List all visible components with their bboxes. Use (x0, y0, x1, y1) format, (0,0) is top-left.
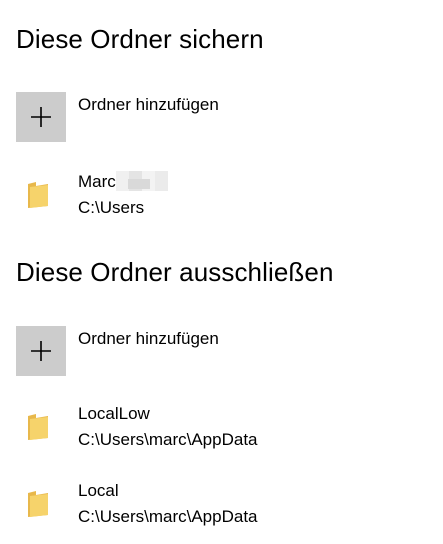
folder-name: Marc (78, 170, 168, 193)
add-include-folder-label[interactable]: Ordner hinzufügen (78, 95, 219, 115)
include-section-title: Diese Ordner sichern (16, 24, 264, 54)
exclude-folder-item[interactable]: Local C:\Users\marc\AppData (16, 479, 416, 529)
add-include-folder-button[interactable] (16, 92, 66, 142)
plus-icon (31, 107, 51, 127)
folder-icon (28, 414, 48, 440)
folder-path: C:\Users\marc\AppData (78, 430, 258, 449)
folder-name: LocalLow (78, 404, 150, 423)
exclude-folder-item[interactable]: LocalLow C:\Users\marc\AppData (16, 402, 416, 452)
folder-path: C:\Users\marc\AppData (78, 507, 258, 526)
add-exclude-folder-label[interactable]: Ordner hinzufügen (78, 329, 219, 349)
folder-path: C:\Users (78, 198, 145, 217)
folder-name: Local (78, 481, 119, 500)
plus-icon (31, 341, 51, 361)
exclude-section-title: Diese Ordner ausschließen (16, 257, 334, 287)
folder-icon (28, 491, 48, 517)
folder-icon (28, 182, 48, 208)
include-folder-item[interactable]: Marc C:\Users (16, 170, 416, 220)
redacted-block (115, 170, 168, 191)
add-exclude-folder-button[interactable] (16, 326, 66, 376)
